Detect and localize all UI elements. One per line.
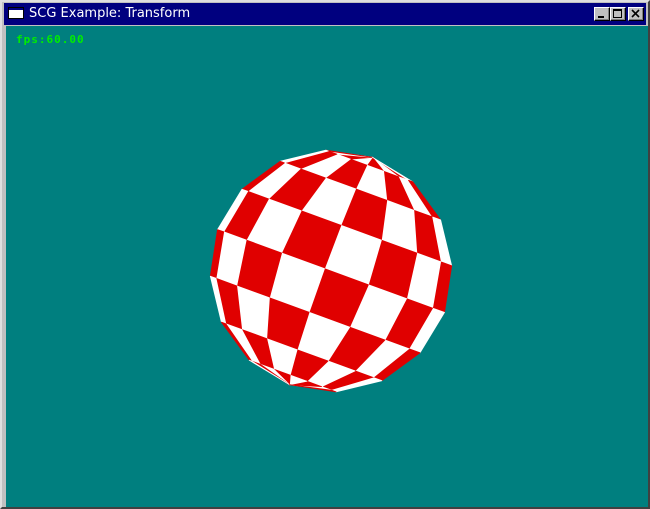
close-button[interactable] [628,7,644,21]
title-bar[interactable]: SCG Example: Transform [4,3,646,25]
minimize-button[interactable] [594,7,610,21]
app-window: SCG Example: Transform fps:60.00 [0,0,650,509]
maximize-button[interactable] [610,7,626,21]
fps-counter: fps:60.00 [16,33,85,46]
render-viewport[interactable]: fps:60.00 [6,26,648,507]
close-icon [631,9,640,18]
window-icon[interactable] [8,7,24,19]
maximize-icon [613,9,622,18]
minimize-icon [598,16,604,18]
checkered-ball [209,149,453,393]
window-title: SCG Example: Transform [29,6,191,21]
